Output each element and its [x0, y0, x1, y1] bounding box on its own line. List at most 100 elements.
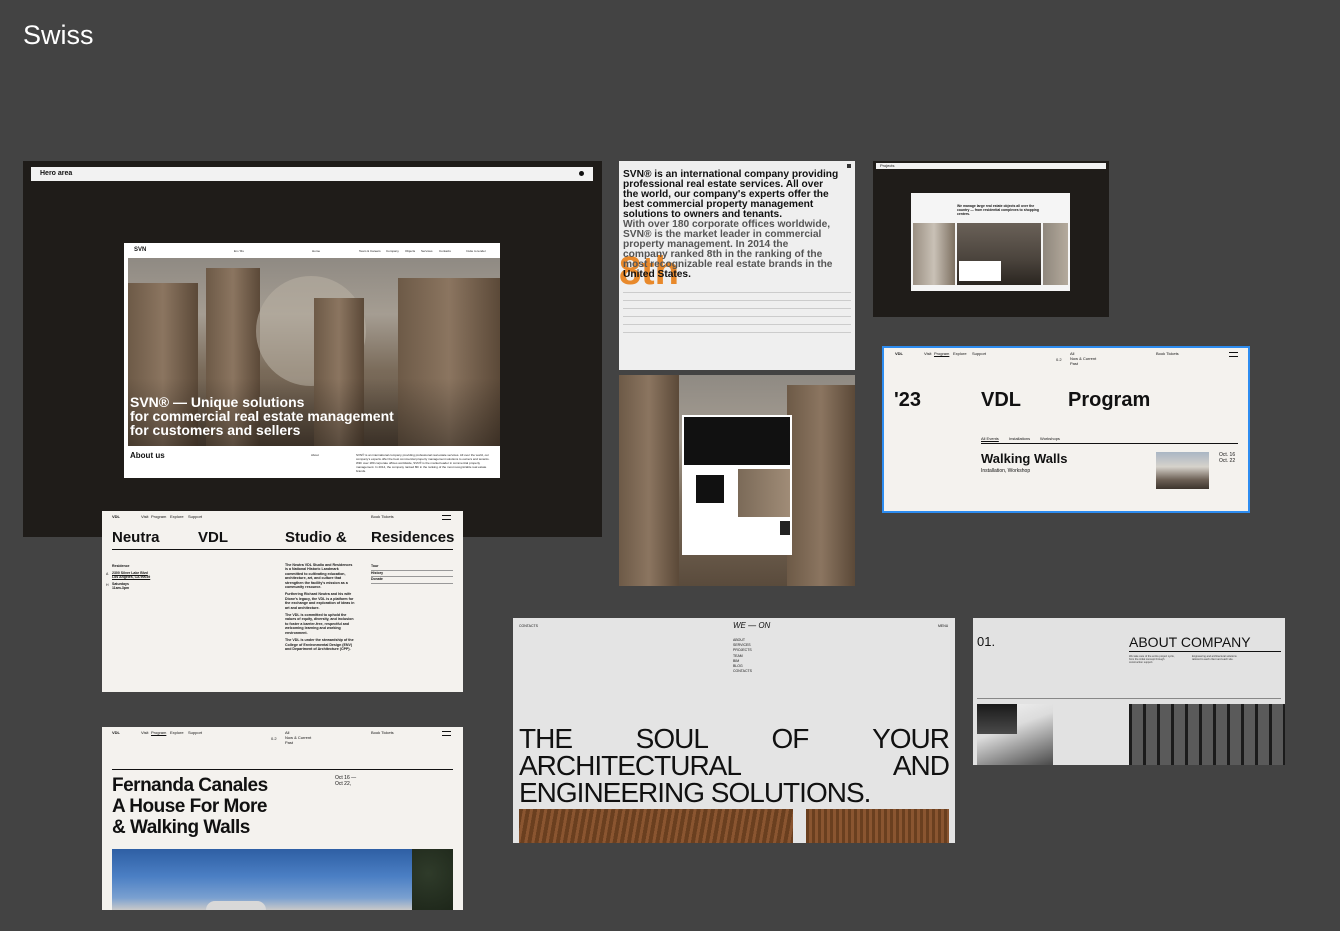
fernanda-title: Fernanda Canales A House For More & Walk… — [112, 775, 268, 838]
neutra-hours: Saturdays 11am-3pm — [112, 582, 129, 590]
neutra-body-p3: The VDL is committed to uphold the value… — [285, 613, 354, 635]
projects-tagline: We manage large real estate objects all … — [957, 204, 1039, 216]
neutra-frame[interactable]: VDL Visit Program Explore Support Book T… — [102, 511, 463, 692]
weon-word: ARCHITECTURAL — [519, 750, 742, 781]
building-overlay-card[interactable] — [682, 415, 792, 555]
weon-frame[interactable]: CONTACTS WE — ON MENU ABOUT SERVICES PRO… — [513, 618, 955, 843]
svn-about-close-icon[interactable] — [847, 164, 851, 168]
nav-home[interactable]: Home — [312, 249, 320, 254]
about-company-frame[interactable]: 01. ABOUT COMPANY We take care of the en… — [973, 618, 1285, 765]
fernanda-nav-explore[interactable]: Explore — [170, 730, 184, 735]
neutra-menu-icon[interactable] — [442, 515, 451, 520]
fernanda-nav-support[interactable]: Support — [188, 730, 202, 735]
neutra-heading-2: VDL — [198, 529, 228, 546]
nav-objects[interactable]: Objects — [405, 249, 415, 254]
projects-frame[interactable]: Projects We manage large real estate obj… — [873, 161, 1109, 317]
vdl-book-tickets[interactable]: Book Tickets — [1156, 351, 1179, 356]
fernanda-filter-past[interactable]: Past — [285, 740, 311, 745]
fernanda-logo[interactable]: VDL — [112, 730, 120, 735]
about-company-col-2: Engineering and architectural solutions … — [1192, 655, 1237, 662]
nav-services[interactable]: Services — [421, 249, 433, 254]
fernanda-filter-num: 0.2 — [271, 736, 277, 741]
fernanda-frame[interactable]: VDL Visit Program Explore Support 0.2 Al… — [102, 727, 463, 910]
board-title: Swiss — [23, 20, 94, 50]
vdl-event-date-end: Oct. 22 — [1219, 458, 1236, 464]
vdl-filter-num: 0.2 — [1056, 357, 1062, 362]
weon-word: SOUL — [635, 723, 709, 754]
nav-team[interactable]: Team & Careers — [359, 249, 381, 254]
hero-label-bar[interactable]: Hero area — [31, 167, 593, 181]
hero-bar-dot-icon — [579, 171, 584, 176]
vdl-nav-support[interactable]: Support — [972, 351, 986, 356]
weon-menu-projects[interactable]: PROJECTS — [733, 648, 752, 653]
neutra-hours-line-2: 11am-3pm — [112, 586, 130, 590]
projects-photo-right — [1043, 223, 1068, 285]
neutra-hours-marker: H — [106, 583, 109, 587]
fernanda-book-tickets[interactable]: Book Tickets — [371, 730, 394, 735]
neutra-heading-3: Studio & — [285, 529, 347, 546]
vdl-event-title[interactable]: Walking Walls — [981, 451, 1067, 466]
fernanda-menu-icon[interactable] — [442, 731, 451, 736]
vdl-program-frame[interactable]: VDL Visit Program Explore Support 0.2 Al… — [882, 346, 1250, 513]
vdl-filter-past[interactable]: Past — [1070, 361, 1096, 366]
neutra-heading-1: Neutra — [112, 529, 160, 546]
svn-logo[interactable]: SVN — [134, 247, 146, 253]
weon-menu-list: ABOUT SERVICES PROJECTS TEAM BIM BLOG CO… — [733, 638, 752, 674]
vdl-event-dates: Oct. 16 Oct. 22 — [1219, 452, 1235, 464]
weon-headline: THE SOUL OF YOUR ARCHITECTURAL AND ENGIN… — [519, 723, 950, 808]
hero-frame[interactable]: Hero area SVN En / Ru Home Team & Career… — [23, 161, 602, 537]
weon-logo[interactable]: WE — ON — [733, 621, 770, 630]
neutra-address[interactable]: 2300 Silver Lake Blvd Los Angeles, CA 90… — [112, 571, 150, 579]
projects-card[interactable] — [959, 261, 1001, 281]
fernanda-title-line-3: & Walking Walls — [112, 817, 250, 838]
fernanda-nav-visit[interactable]: Visit — [141, 730, 148, 735]
neutra-links: Tour History Donate — [371, 564, 453, 584]
nav-company[interactable]: Company — [386, 249, 399, 254]
hero-site-preview[interactable]: SVN En / Ru Home Team & Careers Company … — [124, 243, 500, 478]
fernanda-nav-program[interactable]: Program — [151, 730, 166, 735]
projects-label-bar[interactable]: Projects — [876, 163, 1106, 169]
vdl-tab-all[interactable]: All Events — [981, 436, 999, 441]
about-title: About us — [130, 451, 165, 460]
weon-contacts-link[interactable]: CONTACTS — [519, 624, 538, 628]
neutra-nav-visit[interactable]: Visit — [141, 514, 148, 519]
lang-switch[interactable]: En / Ru — [234, 249, 244, 254]
hero-site-nav: SVN En / Ru Home Team & Careers Company … — [124, 243, 500, 258]
neutra-nav-support[interactable]: Support — [188, 514, 202, 519]
neutra-nav-program[interactable]: Program — [151, 514, 166, 519]
vdl-nav-visit[interactable]: Visit — [924, 351, 931, 356]
invite-button[interactable]: Invite to tender — [466, 249, 486, 254]
neutra-link-donate[interactable]: Donate — [371, 577, 453, 584]
weon-menu-button[interactable]: MENU — [938, 624, 948, 628]
neutra-body-p2: Furthering Richard Neutra and his wife D… — [285, 592, 355, 610]
about-label: About — [311, 453, 319, 457]
projects-preview[interactable]: We manage large real estate objects all … — [911, 193, 1070, 291]
neutra-book-tickets[interactable]: Book Tickets — [371, 514, 394, 519]
weon-headline-row-3: ENGINEERING SOLUTIONS. — [519, 777, 871, 808]
weon-headline-row-1: THE SOUL OF YOUR — [519, 723, 950, 754]
about-company-photo-right — [1129, 704, 1285, 765]
neutra-nav-explore[interactable]: Explore — [170, 514, 184, 519]
about-company-title: ABOUT COMPANY — [1129, 634, 1251, 650]
vdl-nav-program[interactable]: Program — [934, 351, 949, 356]
weon-photo-left — [519, 809, 793, 843]
neutra-body-p4: The VDL is under the stewardship of the … — [285, 638, 354, 651]
neutra-logo[interactable]: VDL — [112, 514, 120, 519]
neutra-address-marker: A — [106, 572, 109, 576]
svn-about-paragraph: SVN® is an international company providi… — [623, 169, 855, 280]
about-company-photo-left — [977, 704, 1053, 765]
vdl-tab-workshops[interactable]: Workshops — [1040, 436, 1060, 441]
building-frame[interactable] — [619, 375, 855, 586]
vdl-tab-installations[interactable]: Installations — [1009, 436, 1030, 441]
svn-about-frame[interactable]: 8th SVN® is an international company pro… — [619, 161, 855, 370]
fernanda-filters: All Now & Current Past — [285, 730, 311, 745]
weon-menu-contacts[interactable]: CONTACTS — [733, 669, 752, 674]
neutra-body: The Neutra VDL Studio and Residences is … — [285, 563, 355, 691]
weon-headline-row-2: ARCHITECTURAL AND — [519, 750, 950, 781]
vdl-nav-explore[interactable]: Explore — [953, 351, 967, 356]
nav-contacts[interactable]: Contacts — [439, 249, 451, 254]
vdl-menu-icon[interactable] — [1229, 352, 1238, 357]
neutra-address-line-2[interactable]: Los Angeles, CA 90039 — [112, 575, 150, 579]
vdl-logo[interactable]: VDL — [895, 351, 903, 356]
vdl-event-photo — [1156, 452, 1209, 489]
